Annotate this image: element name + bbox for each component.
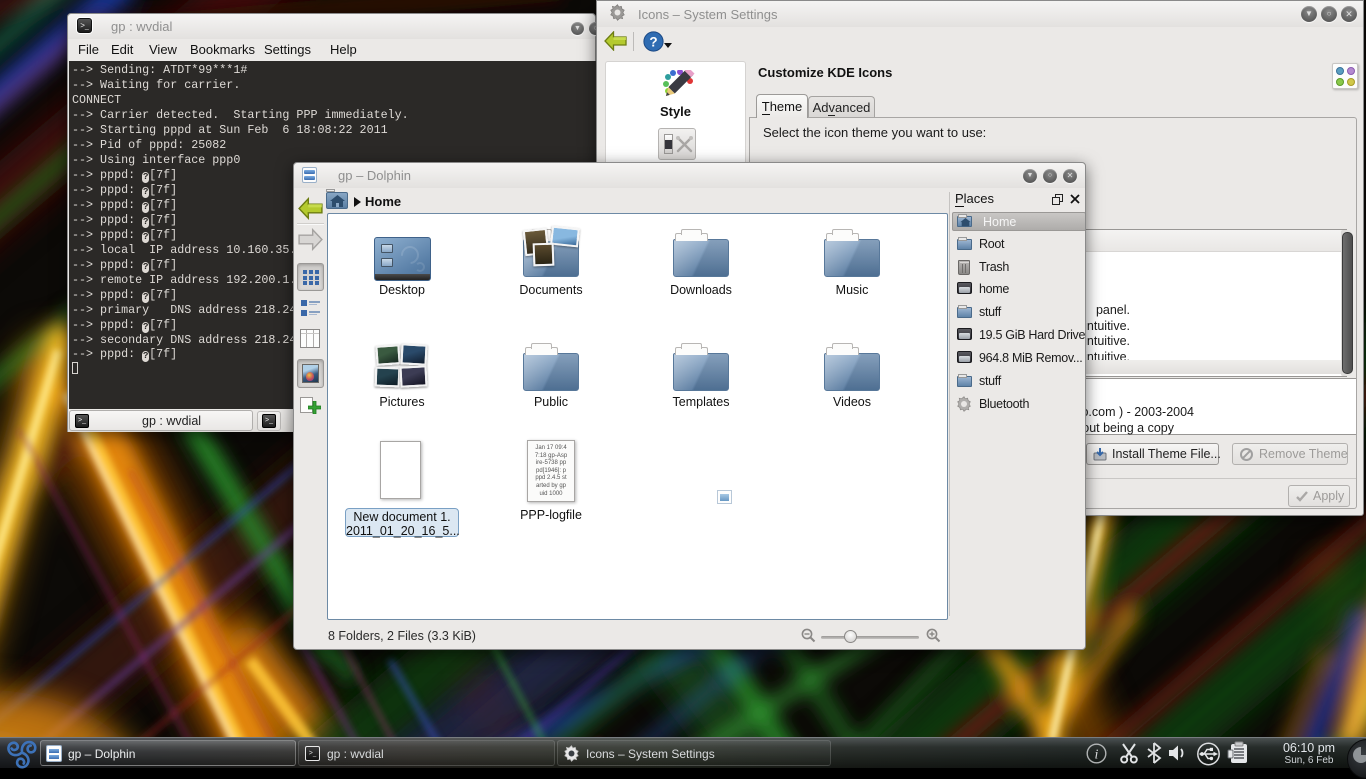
svg-text:?: ?	[649, 34, 657, 49]
svg-text:i: i	[1095, 748, 1099, 763]
